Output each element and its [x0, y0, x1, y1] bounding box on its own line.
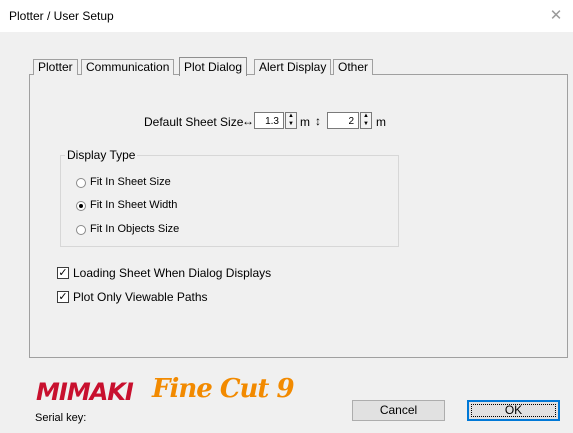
finecut-logo: Fine Cut 9	[152, 374, 295, 404]
close-icon[interactable]: ✕	[548, 8, 564, 24]
spin-up-icon[interactable]: ▲	[362, 113, 370, 120]
sheet-height-unit: m	[376, 115, 386, 129]
tab-alert-display[interactable]: Alert Display	[254, 59, 332, 75]
window-title: Plotter / User Setup	[9, 9, 114, 23]
cancel-button[interactable]: Cancel	[352, 400, 445, 421]
sheet-width-unit: m	[300, 115, 310, 129]
vertical-arrow-icon: ↕	[315, 114, 321, 128]
title-bar: Plotter / User Setup ✕	[0, 0, 573, 32]
radio-label: Fit In Sheet Size	[90, 176, 171, 188]
spin-up-icon[interactable]: ▲	[287, 113, 295, 120]
radio-button-icon[interactable]	[76, 225, 86, 235]
tab-plot-dialog[interactable]: Plot Dialog	[179, 57, 248, 76]
mimaki-logo: MIMAKI	[36, 378, 134, 406]
checkbox-label: Plot Only Viewable Paths	[73, 290, 208, 304]
spin-down-icon[interactable]: ▼	[362, 121, 370, 128]
horizontal-arrow-icon: ↔	[242, 114, 254, 128]
tab-other[interactable]: Other	[333, 59, 374, 75]
sheet-width-input[interactable]: 1.3	[254, 112, 284, 129]
default-sheet-size-label: Default Sheet Size	[144, 115, 244, 129]
radio-button-icon[interactable]	[76, 178, 86, 188]
sheet-height-input[interactable]: 2	[327, 112, 359, 129]
ok-button[interactable]: OK	[467, 400, 560, 421]
radio-button-selected-icon[interactable]	[76, 201, 86, 211]
radio-label: Fit In Objects Size	[90, 223, 180, 235]
radio-label: Fit In Sheet Width	[90, 199, 178, 211]
sheet-width-stepper[interactable]: ▲ ▼	[285, 112, 297, 129]
serial-key-label: Serial key:	[35, 412, 87, 424]
tab-plotter[interactable]: Plotter	[33, 59, 78, 75]
checkbox-checked-icon[interactable]: ✓	[57, 291, 69, 303]
checkbox-checked-icon[interactable]: ✓	[57, 267, 69, 279]
display-type-label: Display Type	[65, 148, 138, 162]
spin-down-icon[interactable]: ▼	[287, 121, 295, 128]
checkbox-label: Loading Sheet When Dialog Displays	[73, 266, 272, 280]
focus-rect	[471, 404, 556, 417]
tab-communication[interactable]: Communication	[81, 59, 175, 75]
sheet-height-stepper[interactable]: ▲ ▼	[360, 112, 372, 129]
